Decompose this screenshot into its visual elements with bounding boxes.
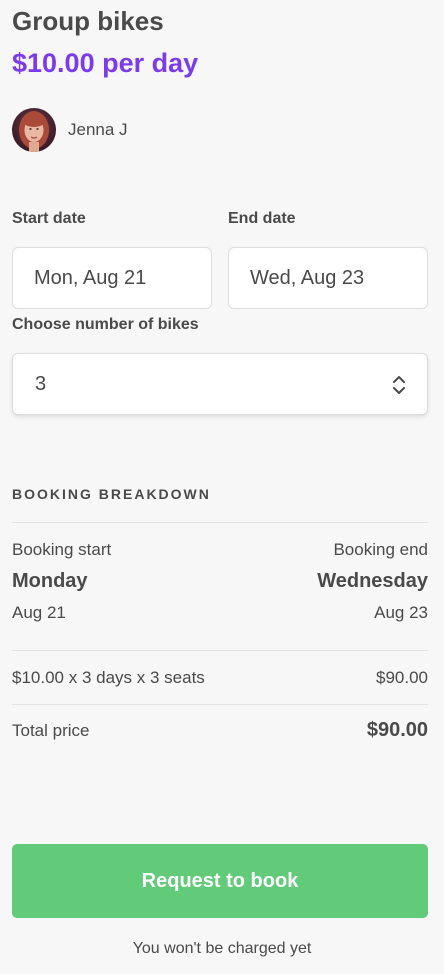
divider: [12, 650, 428, 651]
bikes-select-value: 3: [35, 372, 47, 395]
booking-start-label: Booking start: [12, 540, 112, 559]
booking-start-date: Aug 21: [12, 603, 66, 622]
divider: [12, 704, 428, 705]
breakdown-heading: BOOKING BREAKDOWN: [12, 486, 211, 502]
start-date-input[interactable]: Mon, Aug 21: [12, 247, 212, 309]
avatar[interactable]: [12, 108, 56, 152]
start-date-label: Start date: [12, 210, 86, 227]
total-price-value: $90.00: [366, 719, 428, 741]
line-item-label: $10.00 x 3 days x 3 seats: [12, 668, 205, 687]
total-price-label: Total price: [12, 721, 90, 740]
listing-price: $10.00 per day: [12, 48, 199, 78]
booking-end-label: Booking end: [333, 540, 428, 559]
end-date-label: End date: [228, 210, 296, 227]
booking-panel: Group bikes $10.00 per day Jenna J Start…: [0, 0, 444, 974]
booking-end-date: Aug 23: [374, 603, 428, 622]
author-name[interactable]: Jenna J: [68, 120, 128, 140]
bikes-select[interactable]: 3: [12, 353, 428, 415]
author-info[interactable]: Jenna J: [12, 108, 128, 152]
charge-note: You won't be charged yet: [132, 940, 312, 957]
divider: [12, 522, 428, 523]
booking-end-day: Wednesday: [317, 570, 428, 592]
booking-start-day: Monday: [12, 570, 88, 592]
chevron-up-down-icon: [393, 376, 405, 394]
line-item-value: $90.00: [376, 668, 428, 687]
avatar-image: [12, 108, 56, 152]
end-date-input[interactable]: Wed, Aug 23: [228, 247, 428, 309]
listing-title: Group bikes: [12, 6, 164, 36]
bikes-label: Choose number of bikes: [12, 316, 199, 333]
request-to-book-button[interactable]: Request to book: [12, 844, 428, 918]
